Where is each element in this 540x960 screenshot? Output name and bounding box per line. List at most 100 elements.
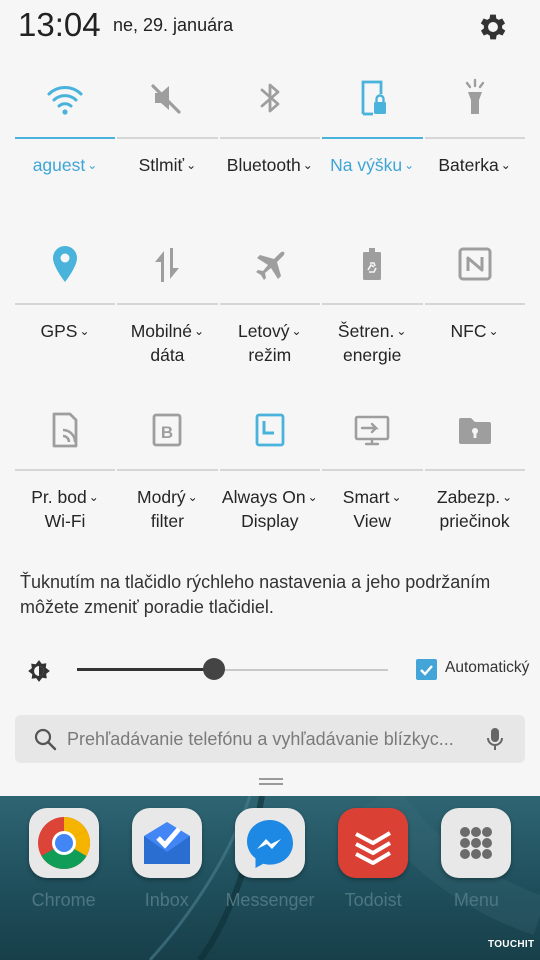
tile-label[interactable]: Bluetooth ⌄ <box>219 153 321 177</box>
tile-blue-filter[interactable]: B Modrý ⌄ filter <box>116 406 218 556</box>
chevron-down-icon[interactable]: ⌄ <box>396 324 406 338</box>
tile-bluetooth[interactable]: Bluetooth ⌄ <box>219 74 321 224</box>
chrome-icon[interactable] <box>28 808 99 878</box>
tile-indicator <box>117 303 218 305</box>
tile-battery-saver[interactable]: Šetren. ⌄ energie <box>321 240 423 390</box>
tile-indicator <box>219 469 321 471</box>
tile-nfc[interactable]: NFC ⌄ <box>424 240 526 390</box>
chevron-down-icon[interactable]: ⌄ <box>303 158 313 172</box>
auto-brightness-checkbox[interactable] <box>416 659 437 680</box>
search-input[interactable] <box>67 727 477 751</box>
nfc-icon <box>451 240 499 288</box>
chevron-down-icon[interactable]: ⌄ <box>502 490 512 504</box>
tile-gps[interactable]: GPS ⌄ <box>14 240 116 390</box>
brightness-icon <box>28 660 50 682</box>
tile-label[interactable]: Baterka ⌄ <box>424 153 526 177</box>
airplane-icon <box>246 240 294 288</box>
tile-label[interactable]: Zabezp. ⌄ priečinok <box>424 485 526 533</box>
chevron-down-icon[interactable]: ⌄ <box>404 158 414 172</box>
app-label: Messenger <box>225 890 315 910</box>
app-dock: Chrome Inbox Messenger Todoist Menu <box>0 808 540 928</box>
app-label: Menu <box>453 890 499 910</box>
chevron-down-icon[interactable]: ⌄ <box>89 490 99 504</box>
tile-label[interactable]: Šetren. ⌄ energie <box>321 319 423 367</box>
tile-label[interactable]: Mobilné ⌄ dáta <box>116 319 218 367</box>
auto-brightness-label[interactable]: Automatický <box>445 659 529 677</box>
app-chrome[interactable]: Chrome <box>14 808 114 928</box>
brightness-slider[interactable] <box>77 658 388 680</box>
watermark: TOUCHIT <box>488 939 535 950</box>
apps-menu-icon[interactable] <box>441 808 512 878</box>
slider-fill <box>77 668 214 671</box>
tile-mute[interactable]: Stlmiť ⌄ <box>116 74 218 224</box>
tile-smart-view[interactable]: Smart ⌄ View <box>321 406 423 556</box>
tile-always-on-display[interactable]: Always On ⌄ Display <box>219 406 321 556</box>
chevron-down-icon[interactable]: ⌄ <box>188 490 198 504</box>
chevron-down-icon[interactable]: ⌄ <box>79 324 89 338</box>
chevron-down-icon[interactable]: ⌄ <box>489 324 499 338</box>
checkmark-icon <box>420 665 433 676</box>
reorder-hint: Ťuknutím na tlačidlo rýchleho nastavenia… <box>20 572 491 617</box>
secure-folder-icon <box>451 406 499 454</box>
inbox-icon[interactable] <box>131 808 202 878</box>
tile-label[interactable]: Modrý ⌄ filter <box>116 485 218 533</box>
tile-airplane[interactable]: Letový ⌄ režim <box>219 240 321 390</box>
chevron-down-icon[interactable]: ⌄ <box>391 490 401 504</box>
tile-indicator <box>15 469 116 471</box>
tile-label[interactable]: Smart ⌄ View <box>321 485 423 533</box>
location-icon <box>41 240 89 288</box>
chevron-down-icon[interactable]: ⌄ <box>308 490 318 504</box>
tile-label[interactable]: Stlmiť ⌄ <box>116 153 218 177</box>
hotspot-icon <box>41 406 89 454</box>
always-on-display-icon <box>246 406 294 454</box>
app-todoist[interactable]: Todoist <box>323 808 423 928</box>
tile-indicator <box>322 137 423 139</box>
date[interactable]: ne, 29. januára <box>113 15 233 36</box>
tile-indicator <box>424 469 525 471</box>
chevron-down-icon[interactable]: ⌄ <box>194 324 204 338</box>
messenger-icon[interactable] <box>234 808 305 878</box>
todoist-icon[interactable] <box>338 808 409 878</box>
tile-secure-folder[interactable]: Zabezp. ⌄ priečinok <box>424 406 526 556</box>
tile-indicator <box>219 137 321 139</box>
app-label: Inbox <box>144 890 189 910</box>
tile-flashlight[interactable]: Baterka ⌄ <box>424 74 526 224</box>
tile-portrait-lock[interactable]: Na výšku ⌄ <box>321 74 423 224</box>
tile-indicator <box>117 469 218 471</box>
tile-label[interactable]: Na výšku ⌄ <box>321 153 423 177</box>
tile-indicator <box>117 137 218 139</box>
chevron-down-icon[interactable]: ⌄ <box>186 158 196 172</box>
microphone-icon[interactable] <box>485 726 505 752</box>
app-inbox[interactable]: Inbox <box>117 808 217 928</box>
wifi-icon <box>41 74 89 122</box>
status-bar: 13:04 ne, 29. januára <box>0 0 540 56</box>
mute-icon <box>143 74 191 122</box>
battery-saver-icon <box>348 240 396 288</box>
gear-icon[interactable] <box>476 10 510 44</box>
search-bar[interactable] <box>15 715 525 763</box>
clock: 13:04 <box>18 6 101 43</box>
tile-indicator <box>424 137 525 139</box>
tile-label[interactable]: Pr. bod ⌄ Wi-Fi <box>14 485 116 533</box>
chevron-down-icon[interactable]: ⌄ <box>501 158 511 172</box>
chevron-down-icon[interactable]: ⌄ <box>87 158 97 172</box>
app-messenger[interactable]: Messenger <box>220 808 320 928</box>
tile-mobile-data[interactable]: Mobilné ⌄ dáta <box>116 240 218 390</box>
toggle-row-2: GPS ⌄ Mobilné ⌄ dáta Letový ⌄ režim Šetr… <box>14 240 526 390</box>
app-label: Chrome <box>31 890 96 910</box>
tile-hotspot[interactable]: Pr. bod ⌄ Wi-Fi <box>14 406 116 556</box>
smart-view-icon <box>348 406 396 454</box>
slider-thumb[interactable] <box>203 658 225 680</box>
chevron-down-icon[interactable]: ⌄ <box>292 324 302 338</box>
tile-label[interactable]: Always On ⌄ Display <box>219 485 321 533</box>
tile-label[interactable]: NFC ⌄ <box>424 319 526 343</box>
quick-settings-panel: 13:04 ne, 29. januára aguest ⌄ Stlmiť ⌄ … <box>0 0 540 796</box>
tile-indicator <box>219 303 321 305</box>
tile-label[interactable]: aguest ⌄ <box>14 153 116 177</box>
app-menu[interactable]: Menu <box>426 808 526 928</box>
tile-wifi[interactable]: aguest ⌄ <box>14 74 116 224</box>
tile-label[interactable]: Letový ⌄ režim <box>219 319 321 367</box>
drag-handle[interactable] <box>259 778 283 786</box>
tile-label[interactable]: GPS ⌄ <box>14 319 116 343</box>
portrait-lock-icon <box>348 74 396 122</box>
